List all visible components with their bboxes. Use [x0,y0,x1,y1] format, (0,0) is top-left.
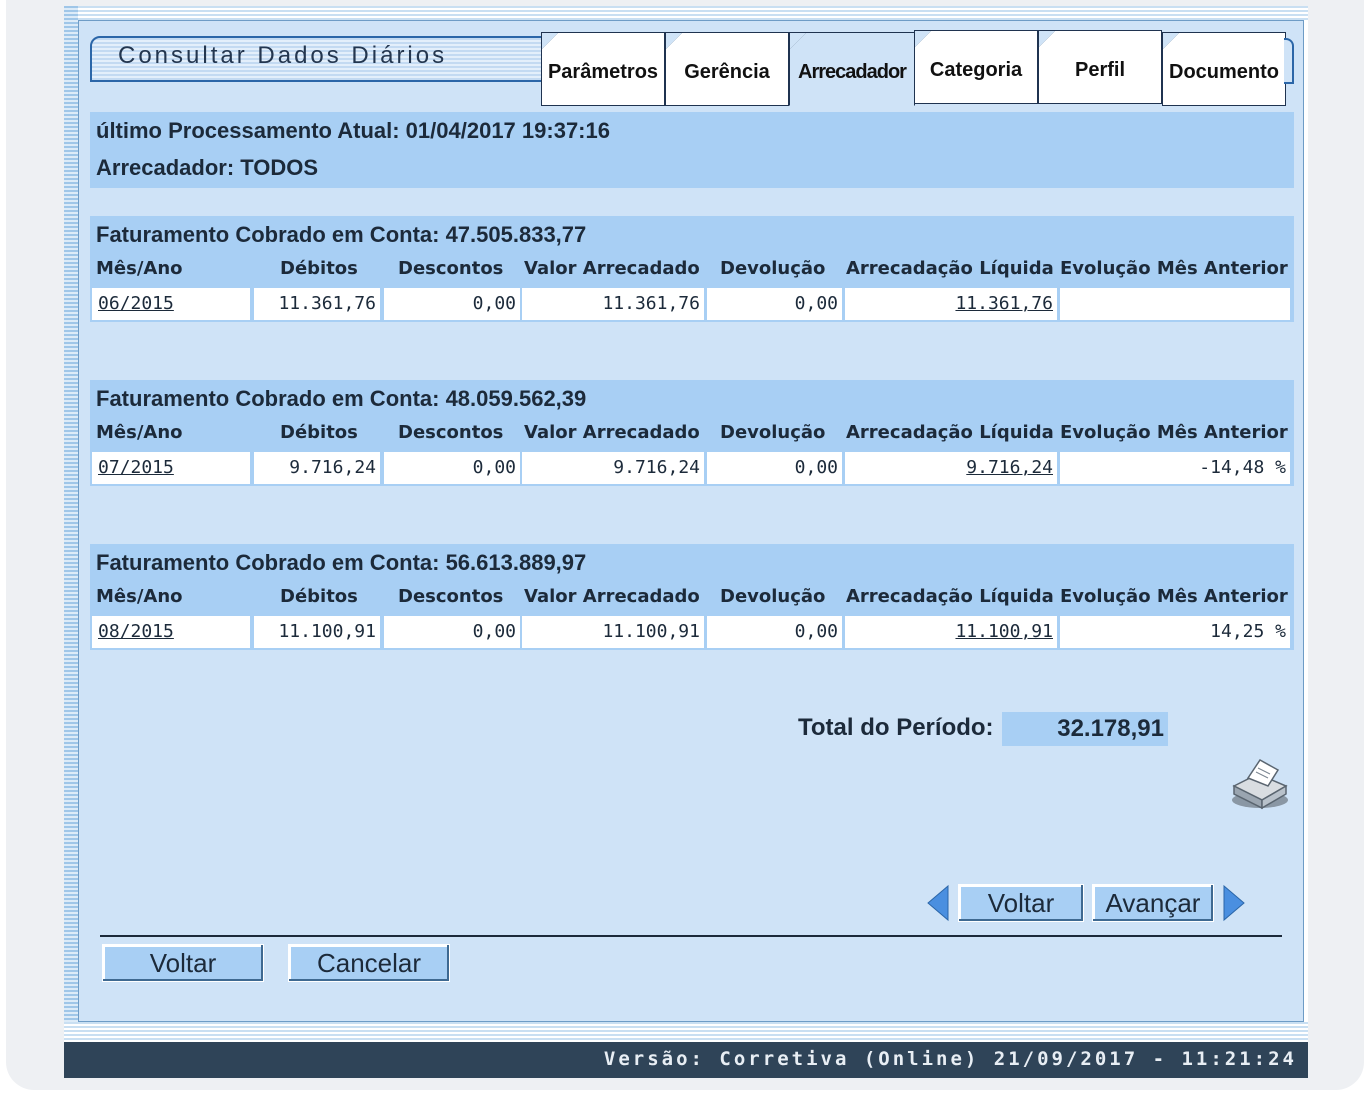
cell-mes-ano[interactable]: 07/2015 [92,452,250,484]
cell-valor-arrecadado: 11.100,91 [522,616,704,648]
col-debitos: Débitos [280,258,358,279]
table-row: 07/2015 9.716,24 0,00 9.716,24 0,00 9.71… [90,450,1294,486]
cell-mes-ano[interactable]: 08/2015 [92,616,250,648]
tab-label: Categoria [929,58,1023,81]
col-mes-ano: Mês/Ano [96,586,183,607]
tab-label: Documento [1169,60,1279,83]
col-devolucao: Devolução [720,258,826,279]
page-title: Consultar Dados Diários [118,42,448,69]
cell-devolucao: 0,00 [707,288,842,320]
top-stripe [64,6,1308,20]
cell-descontos: 0,00 [384,288,520,320]
col-evolucao: Evolução Mês Anterior [1060,258,1288,279]
mes-ano-link[interactable]: 08/2015 [98,621,174,642]
button-label: Cancelar [316,947,422,978]
col-valor-arrecadado: Valor Arrecadado [524,258,700,279]
total-value: 32.178,91 [1002,712,1168,746]
tab-gerencia[interactable]: Gerência [665,32,789,106]
cancelar-button[interactable]: Cancelar [288,944,450,982]
cell-evolucao [1060,288,1290,320]
cell-debitos: 11.100,91 [254,616,380,648]
cell-valor-arrecadado: 9.716,24 [522,452,704,484]
cell-devolucao: 0,00 [707,452,842,484]
section-title: Faturamento Cobrado em Conta: 47.505.833… [96,222,587,247]
col-arrecadacao-liquida: Arrecadação Líquida [846,586,1054,607]
mes-ano-link[interactable]: 06/2015 [98,293,174,314]
last-processing-text: último Processamento Atual: 01/04/2017 1… [96,118,610,143]
col-arrecadacao-liquida: Arrecadação Líquida [846,258,1054,279]
cell-evolucao: 14,25 % [1060,616,1290,648]
divider [100,935,1282,937]
arrecadacao-liquida-link[interactable]: 11.361,76 [955,293,1053,314]
col-mes-ano: Mês/Ano [96,258,183,279]
tab-parametros[interactable]: Parâmetros [541,32,665,106]
cell-descontos: 0,00 [384,616,520,648]
tab-label: Parâmetros [547,60,659,83]
col-mes-ano: Mês/Ano [96,422,183,443]
arrow-left-icon[interactable] [924,884,950,927]
arrow-right-icon[interactable] [1222,884,1248,927]
arrecadacao-liquida-link[interactable]: 11.100,91 [955,621,1053,642]
col-valor-arrecadado: Valor Arrecadado [524,422,700,443]
tab-bar-end [1284,38,1294,84]
table-row: 08/2015 11.100,91 0,00 11.100,91 0,00 11… [90,614,1294,650]
printer-icon[interactable] [1226,756,1290,812]
cell-descontos: 0,00 [384,452,520,484]
button-label: Voltar [149,947,217,978]
tab-label: Arrecadador [798,60,907,83]
cell-arrecadacao-liquida[interactable]: 11.100,91 [845,616,1057,648]
col-debitos: Débitos [280,586,358,607]
tab-categoria[interactable]: Categoria [914,30,1038,104]
col-devolucao: Devolução [720,586,826,607]
cell-evolucao: -14,48 % [1060,452,1290,484]
arrecadacao-liquida-link[interactable]: 9.716,24 [966,457,1053,478]
col-valor-arrecadado: Valor Arrecadado [524,586,700,607]
button-label: Avançar [1105,887,1201,918]
cell-devolucao: 0,00 [707,616,842,648]
nav-avancar-button[interactable]: Avançar [1092,884,1214,922]
mes-ano-link[interactable]: 07/2015 [98,457,174,478]
tab-documento[interactable]: Documento [1162,32,1286,106]
tab-label: Perfil [1074,58,1126,81]
col-devolucao: Devolução [720,422,826,443]
cell-mes-ano[interactable]: 06/2015 [92,288,250,320]
col-descontos: Descontos [398,422,504,443]
cell-valor-arrecadado: 11.361,76 [522,288,704,320]
cell-debitos: 9.716,24 [254,452,380,484]
total-label: Total do Período: [798,714,994,741]
col-evolucao: Evolução Mês Anterior [1060,586,1288,607]
cell-arrecadacao-liquida[interactable]: 11.361,76 [845,288,1057,320]
version-text: Versão: Corretiva (Online) 21/09/2017 - … [603,1048,1297,1070]
col-descontos: Descontos [398,586,504,607]
voltar-button[interactable]: Voltar [102,944,264,982]
tab-perfil[interactable]: Perfil [1038,30,1162,104]
tab-label: Gerência [684,60,770,83]
col-debitos: Débitos [280,422,358,443]
tab-arrecadador[interactable]: Arrecadador [789,32,915,106]
left-stripe [64,6,78,1042]
nav-voltar-button[interactable]: Voltar [958,884,1084,922]
col-evolucao: Evolução Mês Anterior [1060,422,1288,443]
cell-arrecadacao-liquida[interactable]: 9.716,24 [845,452,1057,484]
arrecadador-text: Arrecadador: TODOS [96,155,319,180]
table-row: 06/2015 11.361,76 0,00 11.361,76 0,00 11… [90,286,1294,322]
col-arrecadacao-liquida: Arrecadação Líquida [846,422,1054,443]
button-label: Voltar [987,887,1055,918]
section-title: Faturamento Cobrado em Conta: 56.613.889… [96,550,587,575]
bottom-stripe [64,1022,1308,1042]
section-title: Faturamento Cobrado em Conta: 48.059.562… [96,386,587,411]
col-descontos: Descontos [398,258,504,279]
cell-debitos: 11.361,76 [254,288,380,320]
